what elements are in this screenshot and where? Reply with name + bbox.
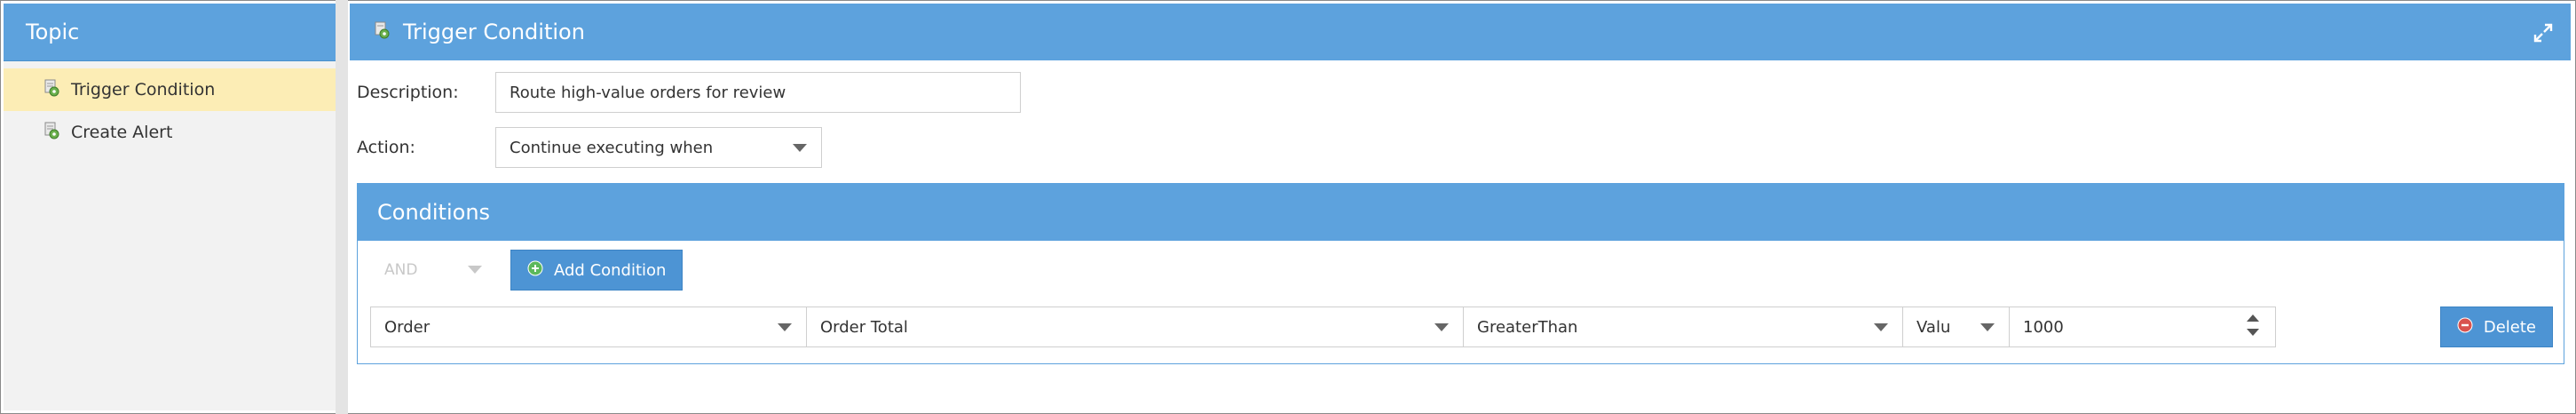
add-condition-label: Add Condition — [554, 260, 667, 280]
sidebar-title: Topic — [4, 4, 336, 61]
minus-circle-icon — [2457, 317, 2473, 338]
description-label: Description: — [357, 83, 459, 102]
value-type-value: Valu — [1916, 317, 1951, 337]
chevron-down-icon — [1980, 323, 1995, 331]
page-title: Trigger Condition — [403, 20, 585, 44]
document-gear-icon — [373, 20, 391, 44]
comparison-select[interactable]: GreaterThan — [1464, 307, 1903, 347]
conditions-title: Conditions — [358, 184, 2564, 241]
conditions-toolbar: AND Add Condition — [370, 250, 684, 291]
chevron-down-icon — [1434, 323, 1449, 331]
entity-select[interactable]: Order — [370, 307, 807, 347]
panel-header: Trigger Condition — [350, 4, 2571, 60]
entity-value: Order — [384, 317, 431, 337]
value-stepper[interactable]: 1000 — [2010, 307, 2276, 347]
add-condition-button[interactable]: Add Condition — [510, 250, 684, 291]
field-select[interactable]: Order Total — [807, 307, 1464, 347]
delete-condition-button[interactable]: Delete — [2439, 307, 2553, 347]
delete-label: Delete — [2483, 317, 2536, 337]
value-type-select[interactable]: Valu — [1903, 307, 2010, 347]
field-value: Order Total — [820, 317, 908, 337]
sidebar-item-create-alert[interactable]: Create Alert — [4, 111, 336, 154]
sidebar-item-label: Trigger Condition — [71, 80, 216, 100]
expand-icon[interactable] — [2533, 23, 2553, 43]
action-row: Action: Continue executing when — [357, 127, 822, 168]
panel-splitter[interactable] — [336, 0, 348, 414]
sidebar-item-label: Create Alert — [71, 123, 173, 142]
condition-row: Order Order Total GreaterThan Valu 1000 — [370, 307, 2276, 347]
stepper-arrows[interactable] — [2247, 314, 2259, 336]
description-field[interactable]: Route high-value orders for review — [495, 72, 1021, 113]
comparison-value: GreaterThan — [1477, 317, 1578, 337]
logic-operator-select[interactable]: AND — [370, 250, 494, 291]
logic-operator-value: AND — [384, 261, 418, 279]
value-input: 1000 — [2023, 317, 2064, 337]
action-select-value: Continue executing when — [510, 138, 714, 157]
stepper-down-icon[interactable] — [2247, 329, 2259, 336]
chevron-down-icon — [793, 144, 807, 152]
chevron-down-icon — [778, 323, 792, 331]
stepper-up-icon[interactable] — [2247, 314, 2259, 322]
document-gear-icon — [43, 79, 60, 101]
trigger-condition-panel: Trigger Condition Description: Route hig… — [350, 4, 2571, 410]
sidebar-item-trigger-condition[interactable]: Trigger Condition — [4, 68, 336, 111]
chevron-down-icon — [468, 266, 482, 274]
action-label: Action: — [357, 138, 415, 157]
description-row: Description: Route high-value orders for… — [357, 72, 1021, 113]
topic-sidebar: Topic Trigger Condition Create Alert — [4, 4, 336, 410]
chevron-down-icon — [1874, 323, 1888, 331]
document-gear-icon — [43, 122, 60, 144]
conditions-panel: Conditions AND Add Condition Order Order… — [357, 183, 2564, 364]
action-select[interactable]: Continue executing when — [495, 127, 822, 168]
plus-circle-icon — [527, 260, 543, 281]
